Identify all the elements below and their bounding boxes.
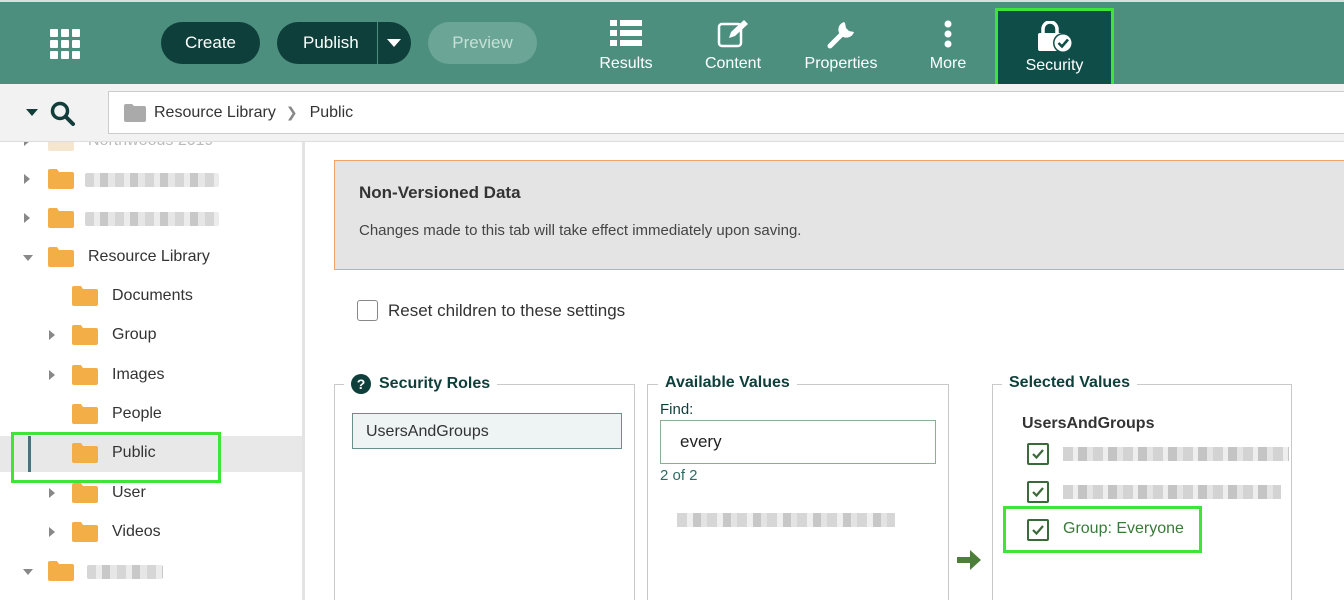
collapse-caret-icon[interactable]: [26, 109, 38, 116]
folder-icon: [48, 169, 74, 189]
highlight-box: [1003, 506, 1202, 553]
banner-title: Non-Versioned Data: [359, 183, 521, 202]
available-values-panel: Available Values Find: 2 of 2: [647, 374, 949, 600]
tree-item[interactable]: [0, 554, 302, 590]
tree-item-resource-library[interactable]: Resource Library: [0, 240, 302, 276]
lock-check-icon: [1037, 21, 1073, 53]
tree-item[interactable]: [0, 201, 302, 237]
redacted-label: [1063, 485, 1281, 499]
reset-children-checkbox[interactable]: [357, 300, 378, 321]
security-tool[interactable]: Security: [995, 8, 1114, 90]
checkbox-checked-icon[interactable]: [1027, 481, 1049, 503]
edit-icon: [717, 20, 748, 48]
results-tool[interactable]: Results: [590, 6, 662, 82]
expand-arrow-icon[interactable]: [49, 330, 55, 340]
role-item-usersandgroups[interactable]: UsersAndGroups: [352, 413, 622, 449]
redacted-label: [85, 173, 219, 187]
tree-item-videos[interactable]: Videos: [0, 515, 302, 551]
selected-values-panel: Selected Values UsersAndGroups Group: Ev…: [992, 374, 1292, 600]
tree-item-group[interactable]: Group: [0, 318, 302, 354]
tree-item[interactable]: [0, 162, 302, 198]
expand-arrow-icon[interactable]: [49, 370, 55, 380]
content-tool[interactable]: Content: [697, 6, 769, 82]
tree-item[interactable]: Northwoods 2019: [0, 142, 302, 160]
redacted-label: [85, 212, 219, 226]
folder-tree: Northwoods 2019 Resource Library Documen…: [0, 142, 305, 600]
security-roles-panel: ? Security Roles UsersAndGroups: [334, 374, 635, 600]
wrench-icon: [827, 22, 854, 49]
security-roles-title: Security Roles: [379, 375, 491, 392]
folder-icon: [48, 561, 74, 581]
tree-item-label: Videos: [112, 523, 161, 540]
security-roles-legend: ? Security Roles: [344, 374, 498, 394]
folder-icon: [48, 208, 74, 228]
tree-item-images[interactable]: Images: [0, 358, 302, 394]
redacted-label: [1063, 447, 1289, 461]
tree-item-people[interactable]: People: [0, 397, 302, 433]
breadcrumb-item-public[interactable]: Public: [310, 104, 354, 122]
tree-item-label: Documents: [112, 287, 193, 304]
tree-item-label: Group: [112, 326, 157, 343]
tree-item-documents[interactable]: Documents: [0, 279, 302, 315]
folder-icon: [124, 103, 146, 122]
properties-tool[interactable]: Properties: [797, 6, 885, 82]
expand-arrow-icon[interactable]: [24, 142, 30, 146]
properties-label: Properties: [804, 55, 878, 72]
breadcrumb-item-resource-library[interactable]: Resource Library: [154, 104, 276, 122]
banner-text: Changes made to this tab will take effec…: [359, 222, 802, 239]
content-label: Content: [704, 55, 762, 72]
tree-item-label: Resource Library: [88, 248, 210, 265]
expand-arrow-icon[interactable]: [49, 527, 55, 537]
find-input[interactable]: [660, 420, 936, 464]
collapse-arrow-icon[interactable]: [23, 255, 33, 261]
tree-item-label: People: [112, 405, 162, 422]
results-label: Results: [599, 55, 653, 72]
preview-button[interactable]: Preview: [428, 22, 537, 64]
publish-button[interactable]: Publish: [277, 22, 411, 64]
folder-icon: [72, 365, 98, 385]
expand-arrow-icon[interactable]: [49, 488, 55, 498]
folder-icon: [72, 522, 98, 542]
collapse-arrow-icon[interactable]: [23, 569, 33, 575]
available-values-legend: Available Values: [658, 374, 797, 392]
folder-icon: [72, 286, 98, 306]
selected-group-title: UsersAndGroups: [1022, 415, 1155, 432]
list-icon: [610, 20, 642, 46]
publish-dropdown-icon[interactable]: [387, 39, 401, 47]
folder-icon: [48, 142, 74, 151]
expand-arrow-icon[interactable]: [24, 213, 30, 223]
security-label: Security: [1025, 57, 1084, 74]
publish-label: Publish: [303, 33, 359, 52]
arrow-right-icon[interactable]: [955, 547, 983, 573]
result-count: 2 of 2: [660, 467, 698, 484]
selected-values-legend: Selected Values: [1002, 374, 1137, 392]
chevron-right-icon: ❯: [285, 104, 298, 120]
apps-grid-icon[interactable]: [44, 26, 80, 59]
top-toolbar: Create Publish Preview Results Content P…: [0, 0, 1344, 90]
folder-icon: [72, 483, 98, 503]
help-icon[interactable]: ?: [351, 374, 371, 394]
more-tool[interactable]: More: [915, 6, 981, 82]
tree-item-label: User: [112, 484, 146, 501]
available-value-item[interactable]: [677, 513, 895, 527]
folder-icon: [72, 325, 98, 345]
tree-item-label: Images: [112, 366, 165, 383]
checkbox-checked-icon[interactable]: [1027, 443, 1049, 465]
breadcrumb: Resource Library ❯ Public: [108, 91, 1344, 134]
redacted-label: [87, 565, 163, 579]
expand-arrow-icon[interactable]: [24, 174, 30, 184]
non-versioned-banner: Non-Versioned Data Changes made to this …: [334, 160, 1344, 270]
create-button[interactable]: Create: [161, 22, 260, 64]
folder-icon: [72, 404, 98, 424]
more-label: More: [929, 55, 967, 72]
find-label: Find:: [660, 401, 694, 418]
folder-icon: [48, 247, 74, 267]
tree-item-label: Northwoods 2019: [88, 142, 213, 150]
more-vertical-icon: [944, 20, 952, 48]
highlight-box: [11, 432, 221, 483]
search-icon[interactable]: [50, 101, 76, 127]
reset-children-label[interactable]: Reset children to these settings: [388, 301, 625, 321]
